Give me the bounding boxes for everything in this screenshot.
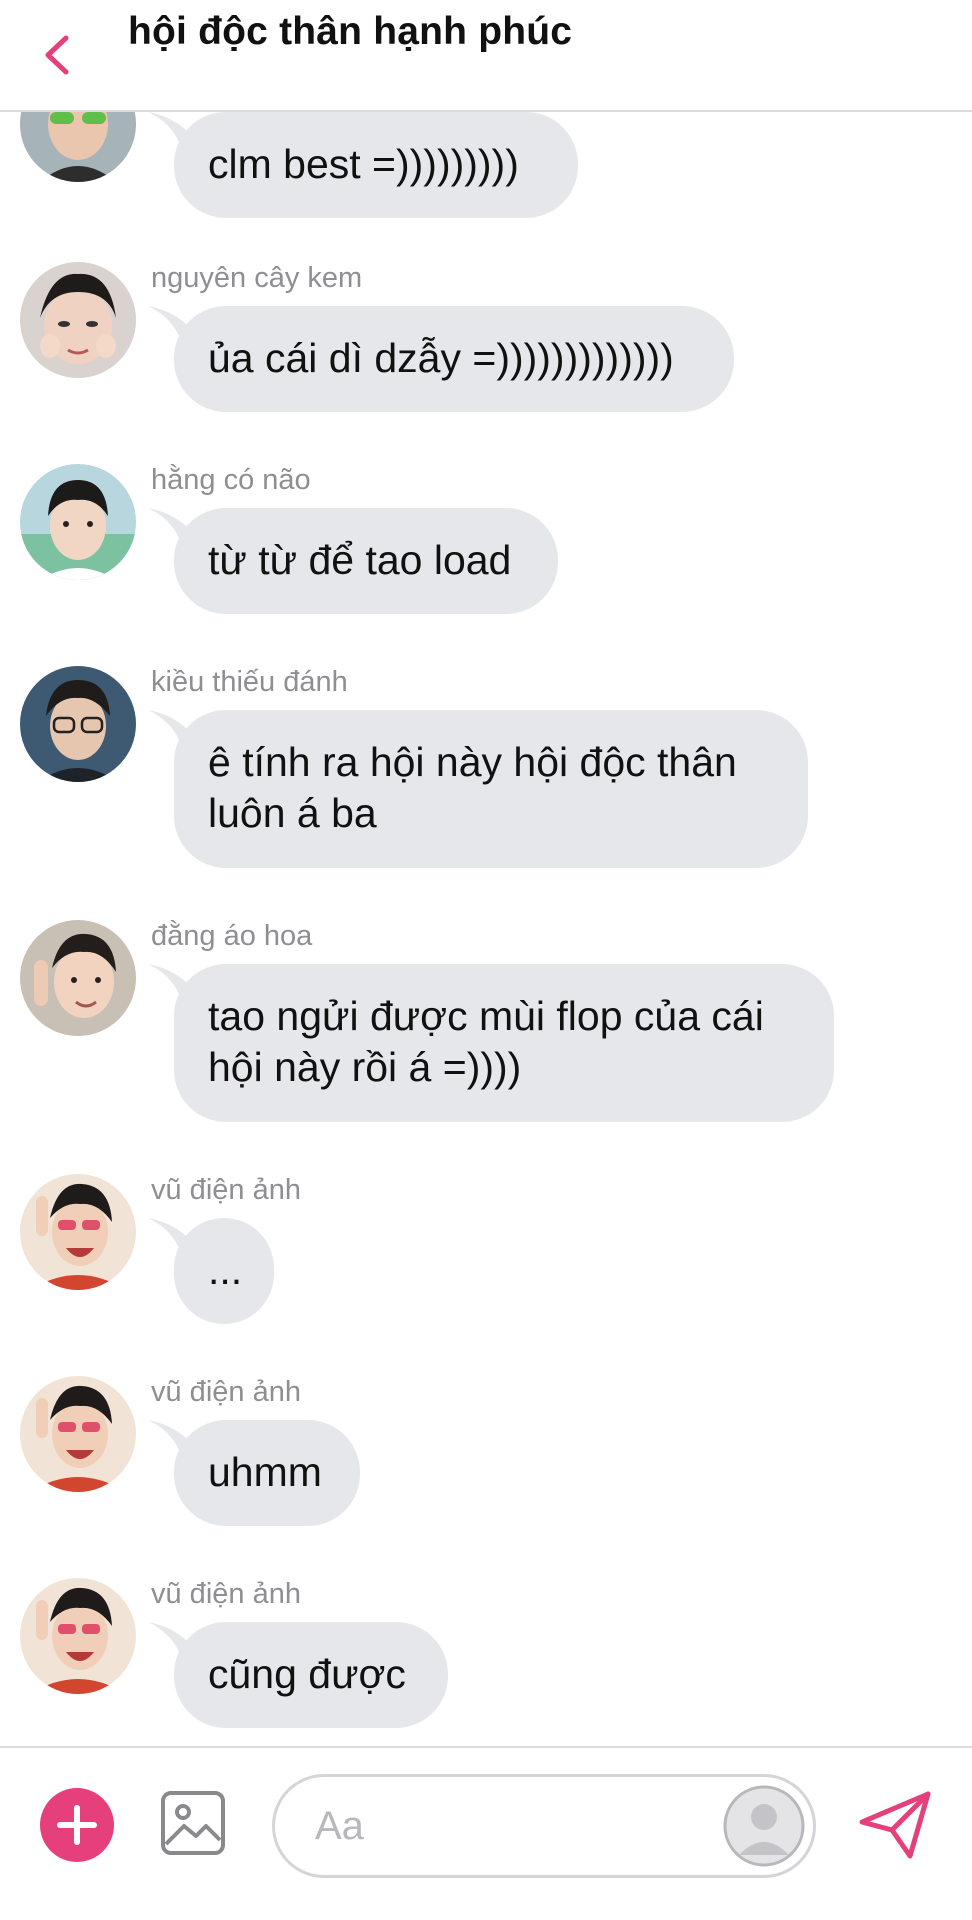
message-text: tao ngửi được mùi flop của cái hội này r…: [208, 993, 764, 1090]
avatar[interactable]: [20, 1578, 136, 1694]
bubble-tail: [148, 964, 198, 1002]
bubble-tail: [148, 1218, 198, 1256]
send-icon: [859, 1791, 931, 1859]
bubble-tail: [148, 710, 198, 748]
sender-name: vũ điện ảnh: [151, 1174, 301, 1206]
avatar[interactable]: [20, 112, 136, 182]
message-input-placeholder: Aa: [315, 1804, 364, 1848]
sender-name: vũ điện ảnh: [151, 1578, 301, 1610]
profile-icon: [723, 1785, 805, 1867]
message-text: ủa cái dì dzẫy =))))))))))))): [208, 335, 674, 381]
avatar[interactable]: [20, 1376, 136, 1492]
avatar[interactable]: [20, 262, 136, 378]
message-bubble[interactable]: tao ngửi được mùi flop của cái hội này r…: [148, 964, 834, 1122]
message-bubble[interactable]: uhmm: [148, 1420, 360, 1526]
bubble-tail: [148, 306, 198, 344]
bubble-tail: [148, 508, 198, 546]
avatar[interactable]: [20, 920, 136, 1036]
message-bubble[interactable]: từ từ để tao load: [148, 508, 558, 614]
chat-header: hội độc thân hạnh phúc: [0, 0, 972, 112]
add-button[interactable]: [40, 1788, 114, 1862]
composer-bar: Aa: [0, 1746, 972, 1920]
sender-name: vũ điện ảnh: [151, 1376, 301, 1408]
sender-name: kiều thiếu đánh: [151, 666, 348, 698]
sender-name: hằng có não: [151, 464, 311, 496]
message-text: clm best =))))))))): [208, 141, 519, 187]
message-bubble[interactable]: clm best =))))))))): [148, 112, 578, 218]
message-text: cũng được: [208, 1651, 406, 1697]
message-text: từ từ để tao load: [208, 537, 512, 583]
plus-icon: [57, 1805, 97, 1845]
sender-name: nguyên cây kem: [151, 262, 363, 294]
message-bubble[interactable]: ê tính ra hội này hội độc thân luôn á ba: [148, 710, 808, 868]
message-input[interactable]: Aa: [272, 1774, 816, 1878]
chat-title[interactable]: hội độc thân hạnh phúc: [128, 10, 572, 54]
profile-button[interactable]: [723, 1785, 805, 1867]
bubble-tail: [148, 1420, 198, 1458]
image-icon: [161, 1791, 225, 1855]
message-bubble[interactable]: ...: [148, 1218, 274, 1324]
chevron-left-icon: [45, 35, 69, 75]
message-bubble[interactable]: ủa cái dì dzẫy =))))))))))))): [148, 306, 734, 412]
avatar[interactable]: [20, 1174, 136, 1290]
avatar[interactable]: [20, 464, 136, 580]
bubble-tail: [148, 112, 198, 150]
back-button[interactable]: [38, 30, 78, 80]
message-text: ê tính ra hội này hội độc thân luôn á ba: [208, 739, 737, 836]
send-button[interactable]: [856, 1788, 934, 1862]
image-button[interactable]: [160, 1790, 226, 1856]
message-text: ...: [208, 1247, 243, 1293]
sender-name: đằng áo hoa: [151, 920, 313, 952]
message-list[interactable]: clm best =))))))))) nguyên cây kem ủa cá…: [0, 112, 972, 1746]
message-text: uhmm: [208, 1449, 322, 1495]
avatar[interactable]: [20, 666, 136, 782]
message-bubble[interactable]: cũng được: [148, 1622, 448, 1728]
bubble-tail: [148, 1622, 198, 1660]
